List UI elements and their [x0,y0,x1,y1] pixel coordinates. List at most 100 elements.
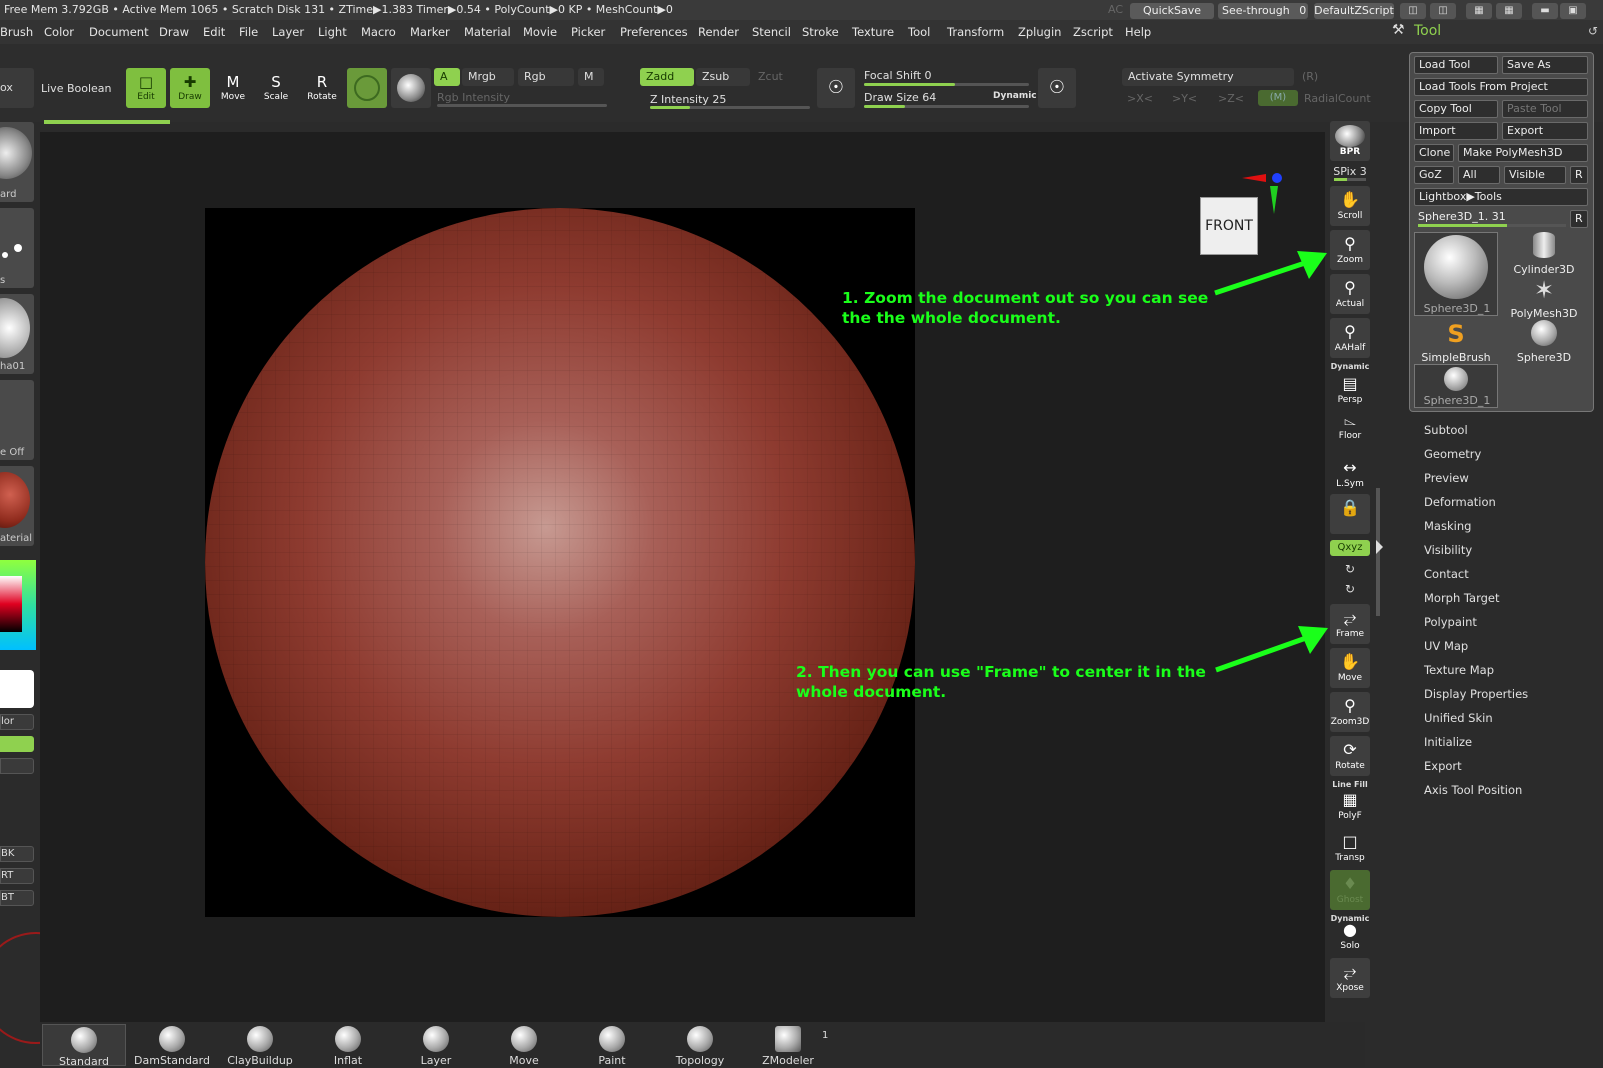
tool-thumb-sphere3d-1-b[interactable]: Sphere3D_1 [1414,364,1498,408]
stroke-thumbnail[interactable]: s [0,208,34,288]
section-subtool[interactable]: Subtool [1424,423,1468,437]
brush-zmodeler[interactable]: ZModeler [746,1024,830,1067]
section-export[interactable]: Export [1424,759,1462,773]
rgb-intensity-slider[interactable] [437,104,607,107]
right-button[interactable]: RT [0,868,34,884]
section-preview[interactable]: Preview [1424,471,1469,485]
menu-draw[interactable]: Draw [159,25,189,39]
section-axis-tool-position[interactable]: Axis Tool Position [1424,783,1522,797]
section-geometry[interactable]: Geometry [1424,447,1481,461]
spix-slider[interactable]: SPix 3 [1330,165,1370,178]
transp-button[interactable]: □ Transp [1330,828,1370,868]
section-deformation[interactable]: Deformation [1424,495,1496,509]
menu-preferences[interactable]: Preferences [620,25,688,39]
brush-damstandard[interactable]: DamStandard [130,1024,214,1067]
zoom-button[interactable]: ⚲ Zoom [1330,230,1370,270]
rotate-view-button[interactable]: ⟳ Rotate [1330,736,1370,776]
brush-standard[interactable]: Standard [42,1024,126,1068]
collapse-arrow-icon[interactable] [1376,540,1383,554]
layout-icon-3[interactable]: ▦ [1466,3,1492,19]
import-button[interactable]: Import [1414,122,1498,140]
make-polymesh3d-button[interactable]: Make PolyMesh3D [1458,144,1588,162]
persp-button[interactable]: ▤ Persp [1330,370,1370,410]
bpr-button[interactable]: BPR [1330,121,1370,161]
export-tool-button[interactable]: Export [1502,122,1588,140]
draw-size-slider[interactable] [864,105,1029,108]
brush-inflat[interactable]: Inflat [306,1024,390,1067]
y-rotation-icon[interactable]: ↻ [1330,562,1370,576]
layout-icon-1[interactable]: ◫ [1400,3,1426,19]
live-boolean-button[interactable]: Live Boolean [41,82,112,95]
lock-camera-button[interactable]: 🔒 [1330,494,1370,534]
goz-visible-button[interactable]: Visible [1504,166,1566,184]
dynamic-toggle[interactable]: Dynamic [993,91,1037,101]
zsub-toggle[interactable]: Zsub [696,68,750,86]
polyf-button[interactable]: ▦ PolyF [1330,786,1370,826]
lightbox-tools-button[interactable]: Lightbox▶Tools [1414,188,1588,206]
section-masking[interactable]: Masking [1424,519,1471,533]
dynamic-brush-icon[interactable]: ☉ [1038,68,1076,108]
menu-tool[interactable]: Tool [908,25,930,39]
menu-edit[interactable]: Edit [203,25,225,39]
m-symmetry-toggle[interactable]: (M) [1258,90,1298,106]
switch-color-button[interactable]: lor [0,714,34,730]
xyz-rotation-toggle[interactable]: Qxyz [1330,540,1370,556]
menu-macro[interactable]: Macro [361,25,396,39]
section-morph-target[interactable]: Morph Target [1424,591,1500,605]
brush-claybuildup[interactable]: ClayBuildup [218,1024,302,1067]
restore-icon[interactable]: ▣ [1560,3,1586,19]
gizmo-3d-button[interactable] [347,68,387,108]
axis-gizmo-icon[interactable] [1240,168,1284,244]
section-contact[interactable]: Contact [1424,567,1469,581]
texture-thumbnail[interactable]: e Off [0,380,34,460]
menu-brush[interactable]: Brush [0,25,33,39]
document-canvas[interactable] [205,208,915,917]
menu-picker[interactable]: Picker [571,25,605,39]
brush-paint[interactable]: Paint [570,1024,654,1067]
menu-file[interactable]: File [239,25,258,39]
quicksave-button[interactable]: QuickSave [1130,3,1214,19]
tool-r-button[interactable]: R [1570,210,1588,228]
tool-thumb-polymesh3d[interactable]: ✶ PolyMesh3D [1502,276,1586,320]
tool-thumb-sphere3d-1[interactable]: Sphere3D_1 [1414,232,1498,316]
goz-button[interactable]: GoZ [1414,166,1454,184]
move-mode-button[interactable]: M Move [213,68,253,108]
brush-topology[interactable]: Topology [658,1024,742,1067]
tool-thumb-cylinder3d[interactable]: Cylinder3D [1502,232,1586,276]
load-tools-from-project-button[interactable]: Load Tools From Project [1414,78,1588,96]
menu-light[interactable]: Light [318,25,347,39]
material-preview-button[interactable] [391,68,431,108]
brush-layer[interactable]: Layer [394,1024,478,1067]
menu-texture[interactable]: Texture [852,25,894,39]
actual-button[interactable]: ⚲ Actual [1330,274,1370,314]
section-unified-skin[interactable]: Unified Skin [1424,711,1493,725]
palette-dock-icon[interactable]: ↺ [1588,24,1598,38]
menu-stencil[interactable]: Stencil [752,25,791,39]
material-thumbnail[interactable]: aterial [0,466,34,546]
x-symmetry-toggle[interactable]: >X< [1127,92,1153,105]
backface-button[interactable]: BK [0,846,34,862]
scroll-button[interactable]: ✋ Scroll [1330,186,1370,226]
z-intensity-slider[interactable] [650,106,810,109]
menu-material[interactable]: Material [464,25,511,39]
color-square[interactable] [0,576,22,632]
minimize-icon[interactable]: ▬ [1532,3,1558,19]
ghost-button[interactable]: ♦ Ghost [1330,870,1370,910]
menu-color[interactable]: Color [44,25,74,39]
draw-mode-button[interactable]: ✚ Draw [170,68,210,108]
menu-marker[interactable]: Marker [410,25,450,39]
alpha-thumbnail[interactable]: ha01 [0,294,34,374]
y-symmetry-toggle[interactable]: >Y< [1172,92,1197,105]
section-initialize[interactable]: Initialize [1424,735,1472,749]
tool-thumb-sphere3d[interactable]: Sphere3D [1502,320,1586,364]
menu-help[interactable]: Help [1125,25,1151,39]
activate-symmetry-button[interactable]: Activate Symmetry [1122,68,1294,86]
layout-icon-4[interactable]: ▦ [1496,3,1522,19]
section-uv-map[interactable]: UV Map [1424,639,1468,653]
floor-button[interactable]: ⌳ Floor [1330,406,1370,446]
main-color-swatch[interactable] [0,670,34,708]
menu-zplugin[interactable]: Zplugin [1018,25,1061,39]
copy-tool-button[interactable]: Copy Tool [1414,100,1498,118]
frame-button[interactable]: ⥂ Frame [1330,604,1370,644]
current-tool-slider[interactable] [1418,224,1566,227]
